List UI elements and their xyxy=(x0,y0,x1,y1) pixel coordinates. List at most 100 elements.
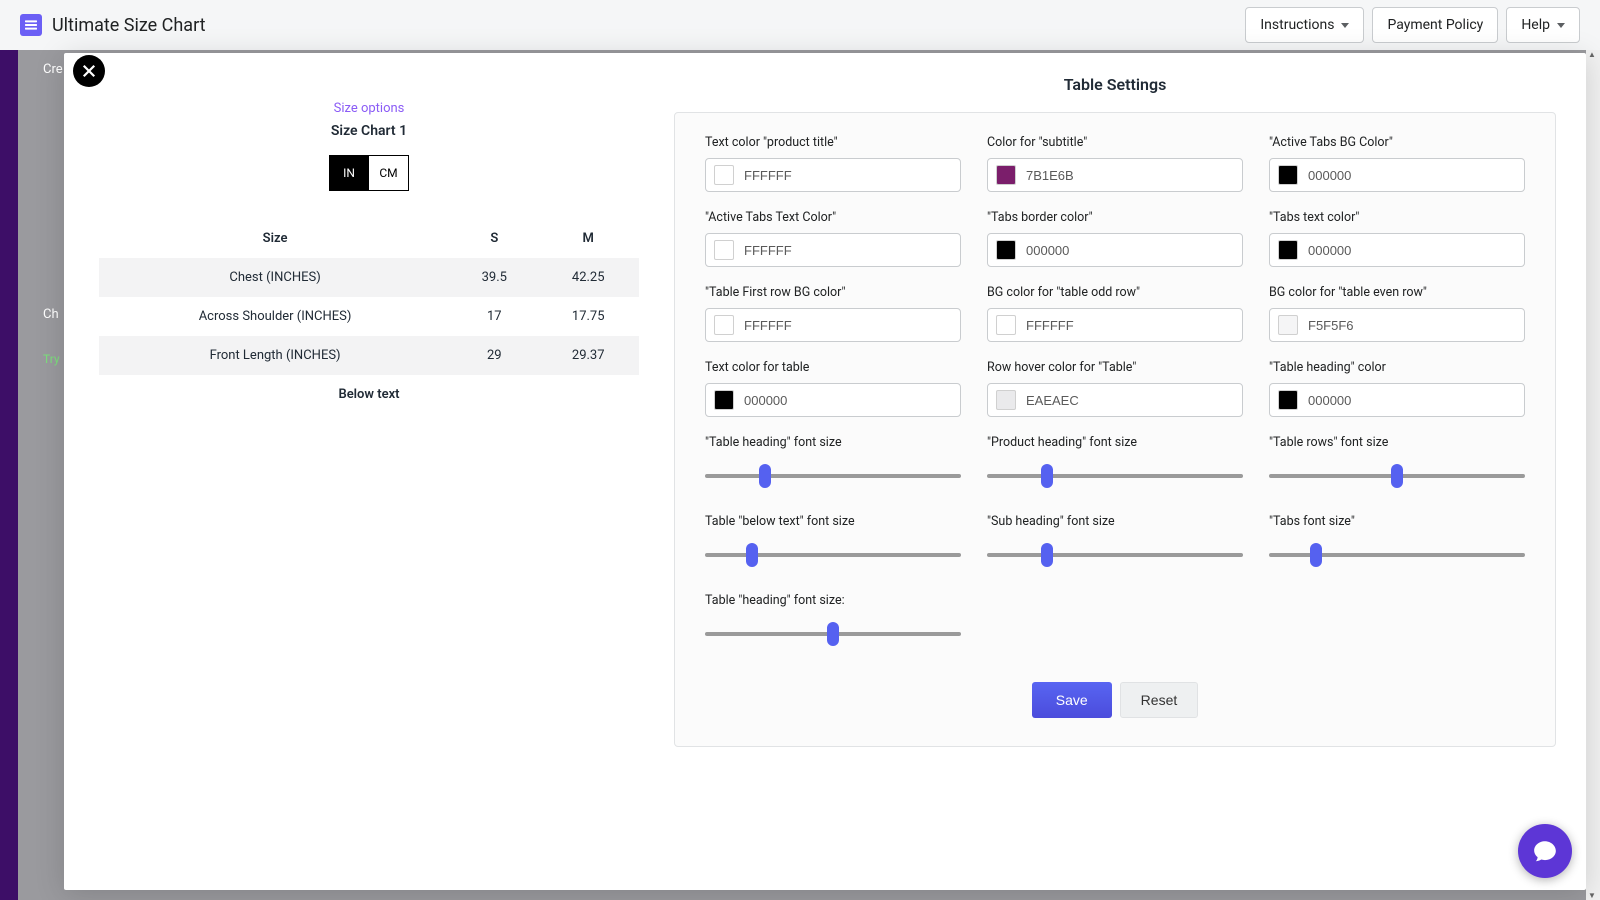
color-value[interactable] xyxy=(1026,318,1234,333)
field-label: "Table heading" font size xyxy=(705,435,961,450)
reset-button[interactable]: Reset xyxy=(1120,682,1199,718)
color-swatch-icon xyxy=(714,390,734,410)
color-field: Color for "subtitle" xyxy=(987,135,1243,192)
color-input[interactable] xyxy=(987,233,1243,267)
color-input[interactable] xyxy=(1269,233,1525,267)
help-label: Help xyxy=(1521,17,1550,33)
color-field: "Table First row BG color" xyxy=(705,285,961,342)
payment-policy-label: Payment Policy xyxy=(1387,17,1483,33)
color-input[interactable] xyxy=(1269,158,1525,192)
color-swatch-icon xyxy=(996,315,1016,335)
preview-panel: Size options Size Chart 1 IN CM Size S M… xyxy=(64,53,674,890)
font-size-slider[interactable] xyxy=(705,474,961,478)
color-swatch-icon xyxy=(1278,165,1298,185)
color-input[interactable] xyxy=(1269,308,1525,342)
table-settings-title: Table Settings xyxy=(674,75,1556,94)
color-input[interactable] xyxy=(705,308,961,342)
chevron-down-icon xyxy=(1557,23,1565,28)
color-value[interactable] xyxy=(744,393,952,408)
field-label: "Sub heading" font size xyxy=(987,514,1243,529)
color-field: Text color "product title" xyxy=(705,135,961,192)
color-value[interactable] xyxy=(744,318,952,333)
settings-box: Text color "product title" Color for "sub… xyxy=(674,112,1556,747)
size-options-link[interactable]: Size options xyxy=(334,101,405,116)
color-value[interactable] xyxy=(1308,243,1516,258)
color-swatch-icon xyxy=(996,240,1016,260)
instructions-button[interactable]: Instructions xyxy=(1245,7,1364,43)
app-title: Ultimate Size Chart xyxy=(52,15,206,36)
field-label: Text color for table xyxy=(705,360,961,375)
chat-fab[interactable] xyxy=(1518,824,1572,878)
payment-policy-button[interactable]: Payment Policy xyxy=(1372,7,1498,43)
font-size-slider[interactable] xyxy=(705,632,961,636)
color-input[interactable] xyxy=(987,383,1243,417)
color-value[interactable] xyxy=(1308,318,1516,333)
color-field: "Tabs text color" xyxy=(1269,210,1525,267)
field-label: "Tabs border color" xyxy=(987,210,1243,225)
col-m: M xyxy=(537,219,639,258)
color-input[interactable] xyxy=(705,383,961,417)
color-value[interactable] xyxy=(1308,393,1516,408)
color-swatch-icon xyxy=(1278,240,1298,260)
color-input[interactable] xyxy=(705,158,961,192)
size-table: Size S M Chest (INCHES) 39.5 42.25 Acros… xyxy=(99,219,639,375)
color-swatch-icon xyxy=(1278,390,1298,410)
color-value[interactable] xyxy=(1308,168,1516,183)
settings-modal: Size options Size Chart 1 IN CM Size S M… xyxy=(64,53,1586,890)
font-size-slider[interactable] xyxy=(987,474,1243,478)
unit-toggle: IN CM xyxy=(329,155,409,191)
color-swatch-icon xyxy=(714,315,734,335)
settings-panel: Table Settings Text color "product title… xyxy=(674,53,1586,890)
color-input[interactable] xyxy=(987,158,1243,192)
font-size-slider[interactable] xyxy=(1269,474,1525,478)
field-label: "Tabs font size" xyxy=(1269,514,1525,529)
chat-icon xyxy=(1532,838,1558,864)
color-swatch-icon xyxy=(996,390,1016,410)
color-value[interactable] xyxy=(744,168,952,183)
topbar: Ultimate Size Chart Instructions Payment… xyxy=(0,0,1600,50)
color-field: "Tabs border color" xyxy=(987,210,1243,267)
color-field: "Table heading" color xyxy=(1269,360,1525,417)
below-text: Below text xyxy=(338,387,399,402)
table-row: Front Length (INCHES) 29 29.37 xyxy=(99,336,639,375)
field-label: "Table rows" font size xyxy=(1269,435,1525,450)
unit-cm-button[interactable]: CM xyxy=(369,155,409,191)
color-input[interactable] xyxy=(1269,383,1525,417)
slider-field: "Product heading" font size xyxy=(987,435,1243,496)
field-label: Table "below text" font size xyxy=(705,514,961,529)
color-value[interactable] xyxy=(744,243,952,258)
color-field: "Active Tabs Text Color" xyxy=(705,210,961,267)
unit-in-button[interactable]: IN xyxy=(329,155,369,191)
font-size-slider[interactable] xyxy=(987,553,1243,557)
field-label: "Table heading" color xyxy=(1269,360,1525,375)
slider-field: "Sub heading" font size xyxy=(987,514,1243,575)
vertical-scrollbar[interactable] xyxy=(1586,50,1600,900)
color-field: BG color for "table even row" xyxy=(1269,285,1525,342)
color-value[interactable] xyxy=(1026,393,1234,408)
color-swatch-icon xyxy=(1278,315,1298,335)
color-swatch-icon xyxy=(996,165,1016,185)
slider-field: "Table heading" font size xyxy=(705,435,961,496)
color-field: Row hover color for "Table" xyxy=(987,360,1243,417)
color-swatch-icon xyxy=(714,165,734,185)
close-icon[interactable] xyxy=(73,55,105,87)
help-button[interactable]: Help xyxy=(1506,7,1580,43)
slider-field: Table "below text" font size xyxy=(705,514,961,575)
field-label: "Table First row BG color" xyxy=(705,285,961,300)
color-input[interactable] xyxy=(705,233,961,267)
instructions-label: Instructions xyxy=(1260,17,1334,33)
field-label: "Tabs text color" xyxy=(1269,210,1525,225)
field-label: "Product heading" font size xyxy=(987,435,1243,450)
field-label: Color for "subtitle" xyxy=(987,135,1243,150)
color-value[interactable] xyxy=(1026,168,1234,183)
font-size-slider[interactable] xyxy=(705,553,961,557)
font-size-slider[interactable] xyxy=(1269,553,1525,557)
slider-field: Table "heading" font size: xyxy=(705,593,961,654)
save-button[interactable]: Save xyxy=(1032,682,1112,718)
field-label: "Active Tabs BG Color" xyxy=(1269,135,1525,150)
field-label: Table "heading" font size: xyxy=(705,593,961,608)
table-row: Across Shoulder (INCHES) 17 17.75 xyxy=(99,297,639,336)
color-input[interactable] xyxy=(987,308,1243,342)
color-field: Text color for table xyxy=(705,360,961,417)
color-value[interactable] xyxy=(1026,243,1234,258)
